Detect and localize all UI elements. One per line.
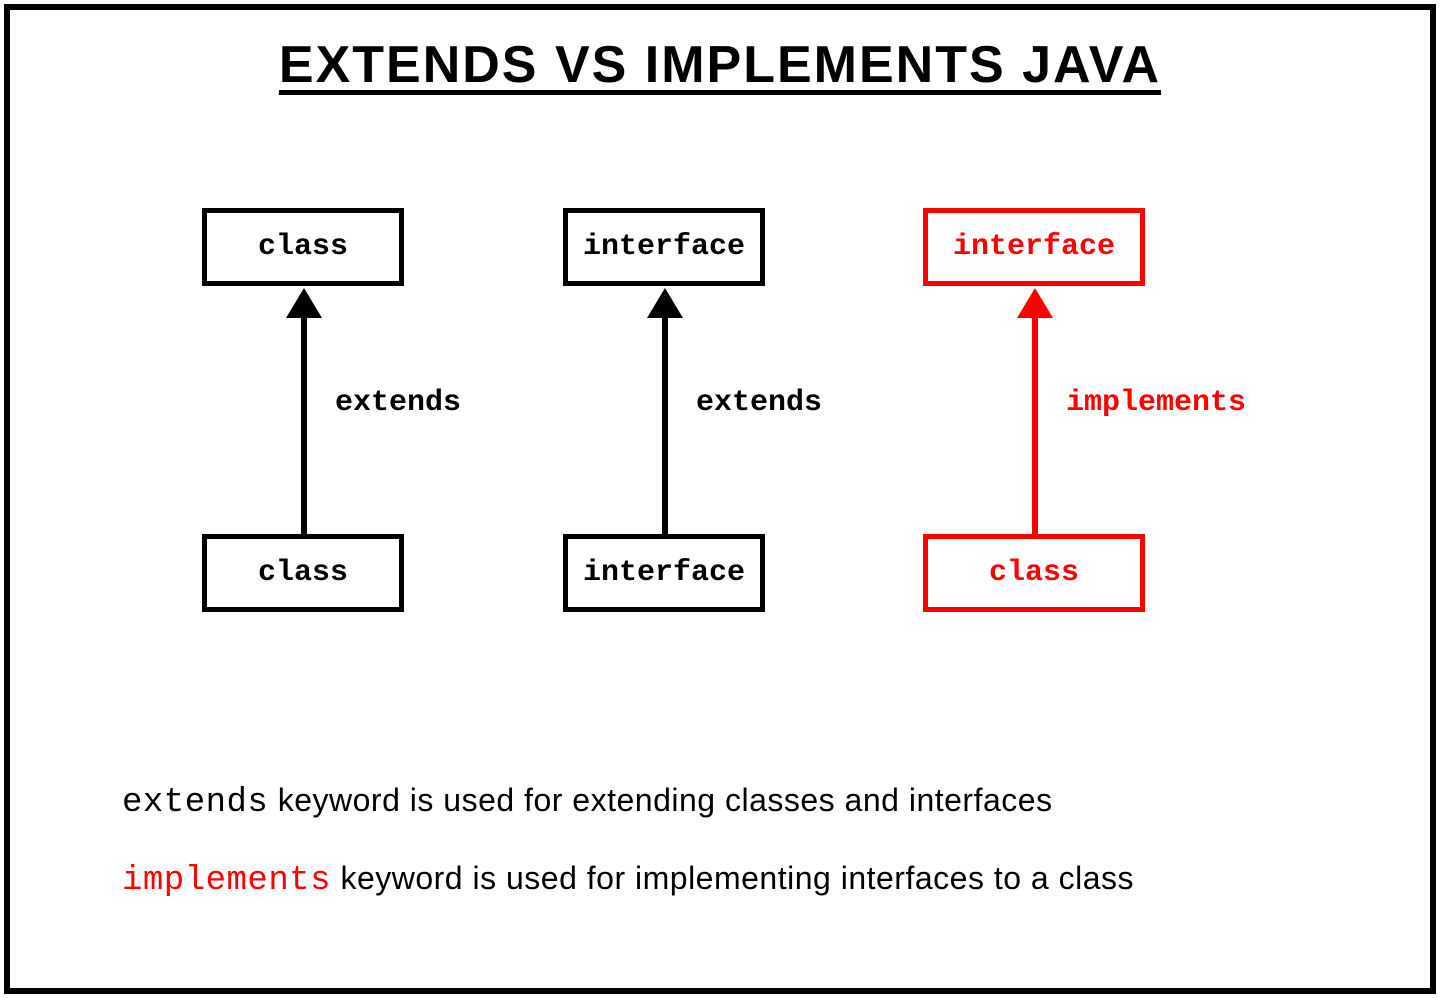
box-col1-bottom: class [202,534,404,612]
arrow-head-col2 [647,288,683,318]
arrow-line-col3 [1032,316,1038,534]
page-title: EXTENDS VS IMPLEMENTS JAVA [10,35,1430,95]
relation-label-col1: extends [335,386,461,420]
arrow-head-col3 [1017,288,1053,318]
keyword-extends: extends [122,784,268,822]
arrow-line-col2 [662,316,668,534]
box-col2-top: interface [563,208,765,286]
arrow-line-col1 [301,316,307,534]
relation-label-col3: implements [1066,386,1246,420]
box-col2-bottom: interface [563,534,765,612]
relation-label-col2: extends [696,386,822,420]
arrow-head-col1 [286,288,322,318]
box-col3-top: interface [923,208,1145,286]
box-col3-bottom: class [923,534,1145,612]
description-implements: implements keyword is used for implement… [122,860,1134,900]
description-extends-text: keyword is used for extending classes an… [268,782,1052,818]
diagram-frame: EXTENDS VS IMPLEMENTS JAVA class extends… [4,4,1436,994]
description-extends: extends keyword is used for extending cl… [122,782,1053,822]
description-implements-text: keyword is used for implementing interfa… [331,860,1134,896]
box-col1-top: class [202,208,404,286]
keyword-implements: implements [122,862,331,900]
